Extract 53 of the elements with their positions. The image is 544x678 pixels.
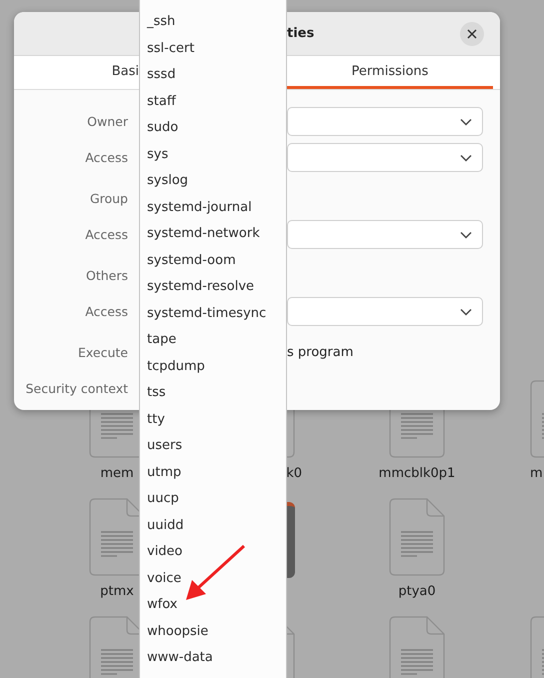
dropdown-field[interactable] [287, 143, 483, 172]
menu-item[interactable]: sssd [140, 62, 286, 88]
menu-item[interactable]: _ssh [140, 9, 286, 36]
menu-item[interactable]: voice [140, 566, 286, 592]
field-label: Access [84, 227, 129, 242]
menu-item[interactable]: whoopsie [140, 618, 286, 645]
file-name: mem [100, 466, 134, 481]
menu-item[interactable]: syslog [140, 168, 286, 194]
close-button[interactable] [460, 22, 484, 46]
dropdown-field[interactable] [287, 297, 483, 326]
chevron-down-icon [460, 230, 472, 238]
window-title: ties [287, 26, 316, 41]
menu-item[interactable]: sys [140, 142, 286, 168]
chevron-down-icon [460, 118, 472, 126]
menu-item[interactable]: ssl-cert [140, 36, 286, 62]
menu-item[interactable]: tcpdump [140, 354, 286, 380]
menu-item[interactable]: systemd-timesync [140, 300, 286, 327]
menu-item[interactable]: tape [140, 327, 286, 354]
menu-item[interactable]: systemd-network [140, 221, 286, 248]
menu-item[interactable]: uucp [140, 486, 286, 512]
field-label: Owner [86, 114, 129, 129]
menu-item[interactable]: staff [140, 88, 286, 115]
menu-item[interactable]: utmp [140, 460, 286, 486]
menu-item[interactable]: systemd-resolve [140, 274, 286, 300]
file-name: ptya0 [398, 584, 436, 599]
chevron-down-icon [460, 308, 472, 316]
file-name: mmcblk0p1 [378, 466, 456, 481]
menu-item[interactable]: tss [140, 380, 286, 406]
menu-item[interactable]: tty [140, 406, 286, 433]
menu-item[interactable]: uuidd [140, 512, 286, 539]
menu-item[interactable]: systemd-oom [140, 248, 286, 274]
menu-item[interactable]: sudo [140, 115, 286, 142]
chevron-down-icon [460, 154, 472, 162]
field-label: Execute [77, 345, 129, 360]
file-name: ptmx [100, 584, 134, 599]
field-label: Access [84, 304, 129, 319]
dropdown-field[interactable] [287, 107, 483, 136]
menu-item[interactable]: video [140, 539, 286, 566]
field-label: Access [84, 150, 129, 165]
menu-item[interactable]: systemd-journal [140, 194, 286, 221]
menu-item[interactable]: users [140, 433, 286, 460]
field-label: Others [84, 268, 129, 283]
annotation-arrow [184, 544, 246, 602]
field-label: Security context [24, 381, 129, 396]
close-icon [467, 28, 477, 38]
tab[interactable]: Basi [14, 56, 139, 89]
field-label: Group [88, 191, 129, 206]
menu-item[interactable]: www-data [140, 645, 286, 672]
file-name: k0 [286, 466, 302, 481]
file-name: m [530, 466, 543, 481]
menu-item[interactable]: wfox [140, 592, 286, 618]
dropdown-field[interactable] [287, 220, 483, 249]
checkbox-label[interactable]: s program [287, 345, 483, 360]
